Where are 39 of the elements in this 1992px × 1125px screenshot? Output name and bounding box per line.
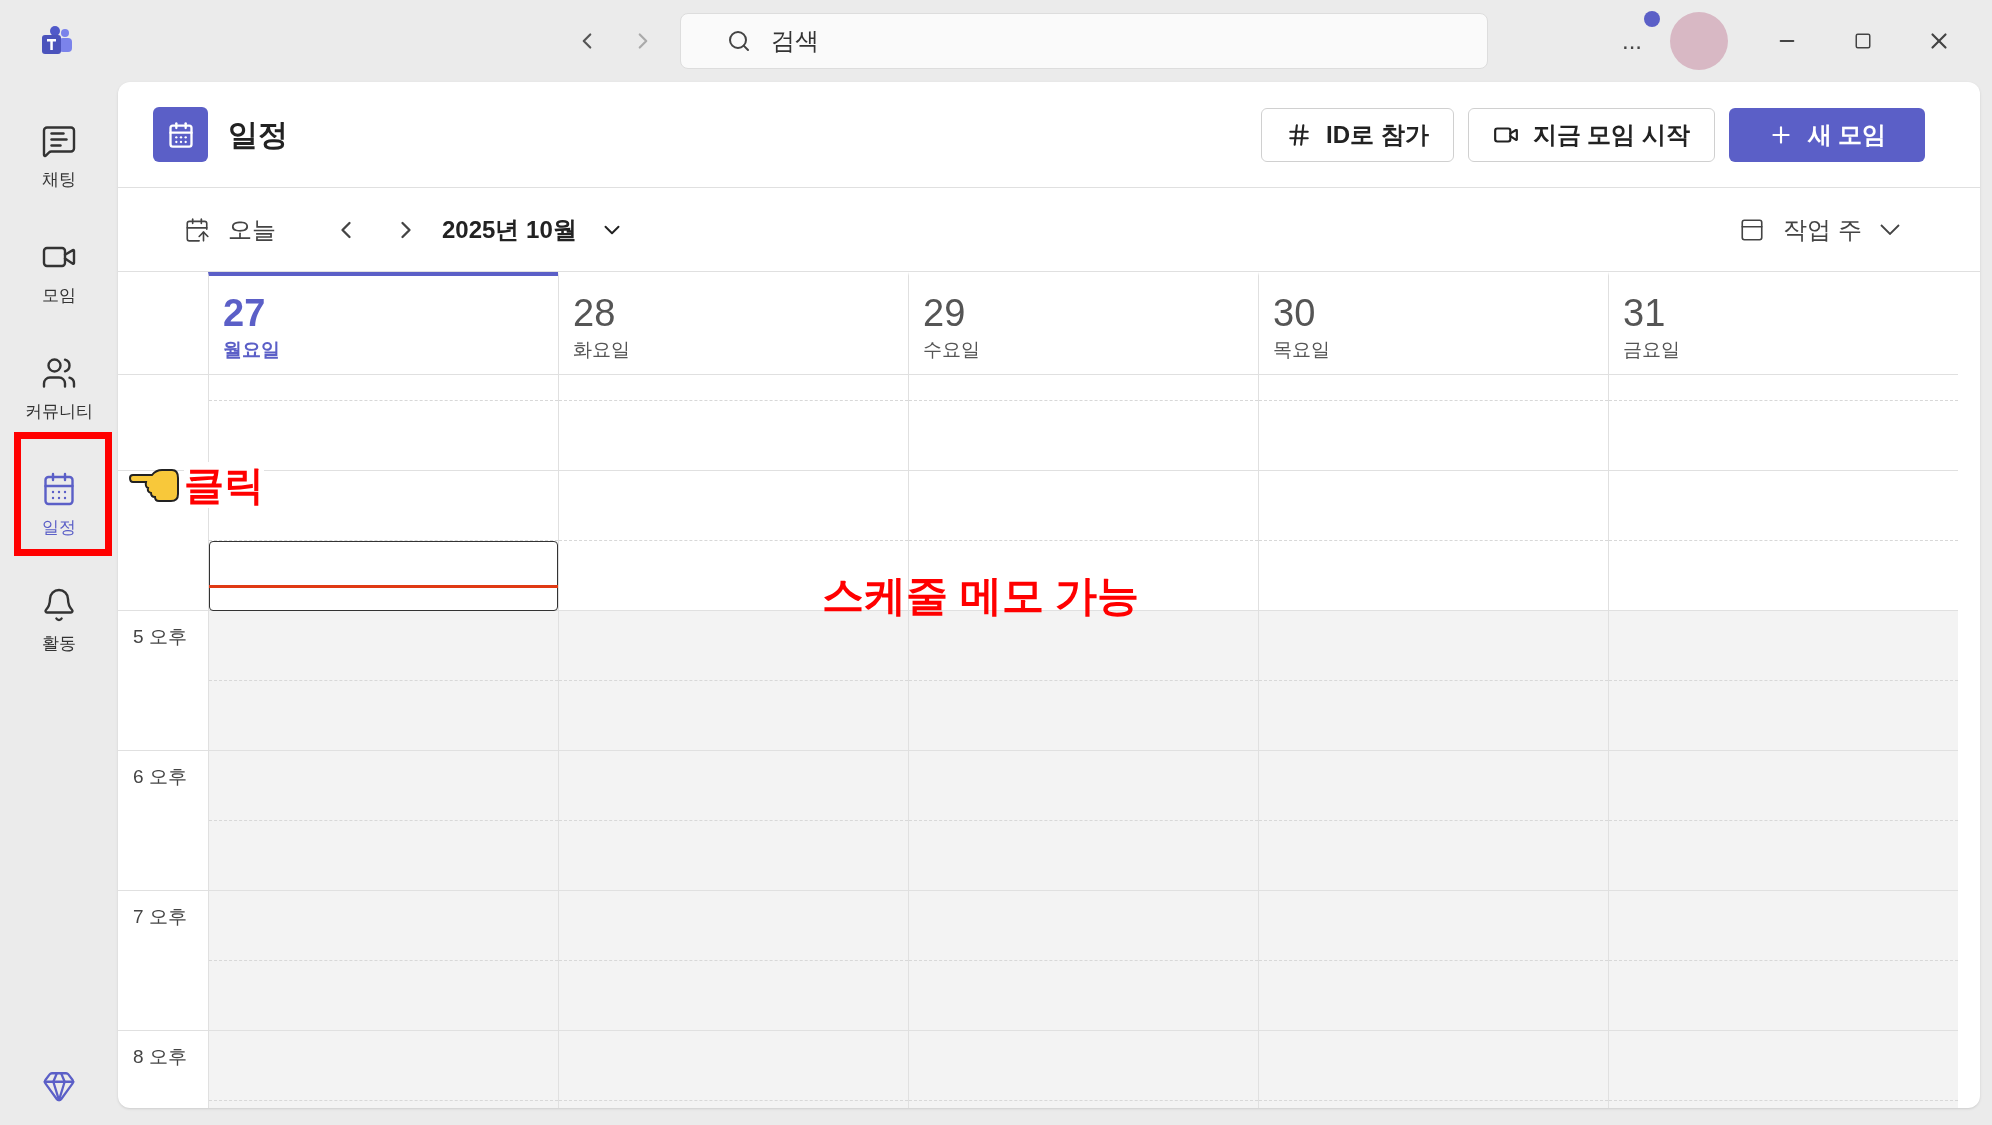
rail-item[interactable]: 채팅 — [14, 100, 104, 216]
rail-item[interactable]: 활동 — [14, 564, 104, 680]
today-button[interactable]: 오늘 — [184, 211, 276, 248]
maximize-icon[interactable] — [1854, 32, 1872, 50]
page-title: 일정 — [228, 117, 288, 153]
time-label: 5 오후 — [133, 626, 187, 647]
chevron-down-icon — [1880, 224, 1900, 235]
day-header[interactable]: 31 금요일 — [1608, 272, 1958, 374]
view-icon — [1739, 216, 1766, 243]
time-label: 6 오후 — [133, 766, 187, 787]
month-picker[interactable]: 2025년 10월 — [442, 211, 625, 248]
diamond-icon[interactable] — [42, 1069, 76, 1103]
activity-icon — [41, 587, 77, 624]
day-header[interactable]: 27 월요일 — [208, 272, 558, 374]
search-icon — [727, 29, 751, 53]
day-header[interactable]: 28 화요일 — [558, 272, 908, 374]
time-label: 8 오후 — [133, 1046, 187, 1067]
join-by-id-button[interactable]: ID로 참가 — [1261, 107, 1454, 162]
day-header[interactable]: 30 목요일 — [1258, 272, 1608, 374]
chat-icon — [41, 123, 77, 160]
calendar-arrow-icon — [184, 216, 210, 243]
hash-icon — [1286, 121, 1312, 148]
click-annotation: 클릭 — [184, 462, 264, 508]
selected-slot[interactable] — [209, 541, 558, 611]
memo-annotation: 스케줄 메모 가능 — [822, 571, 1140, 621]
view-picker[interactable]: 작업 주 — [1739, 211, 1900, 248]
search-input[interactable]: 검색 — [771, 23, 1371, 59]
rail-item[interactable]: 일정 — [14, 448, 104, 564]
time-label: 7 오후 — [133, 906, 187, 927]
calendar-icon — [41, 471, 77, 508]
hand-pointing-icon — [128, 466, 180, 504]
day-header[interactable]: 29 수요일 — [908, 272, 1258, 374]
more-button[interactable]: ... — [1622, 27, 1642, 54]
rail-item[interactable]: 모임 — [14, 216, 104, 332]
new-meeting-button[interactable]: 새 모임 — [1729, 107, 1925, 162]
search-field[interactable]: 검색 — [680, 13, 1488, 69]
meet-now-button[interactable]: 지금 모임 시작 — [1467, 107, 1715, 162]
rail-item[interactable]: 커뮤니티 — [14, 332, 104, 448]
calendar-tile-icon — [153, 107, 208, 162]
